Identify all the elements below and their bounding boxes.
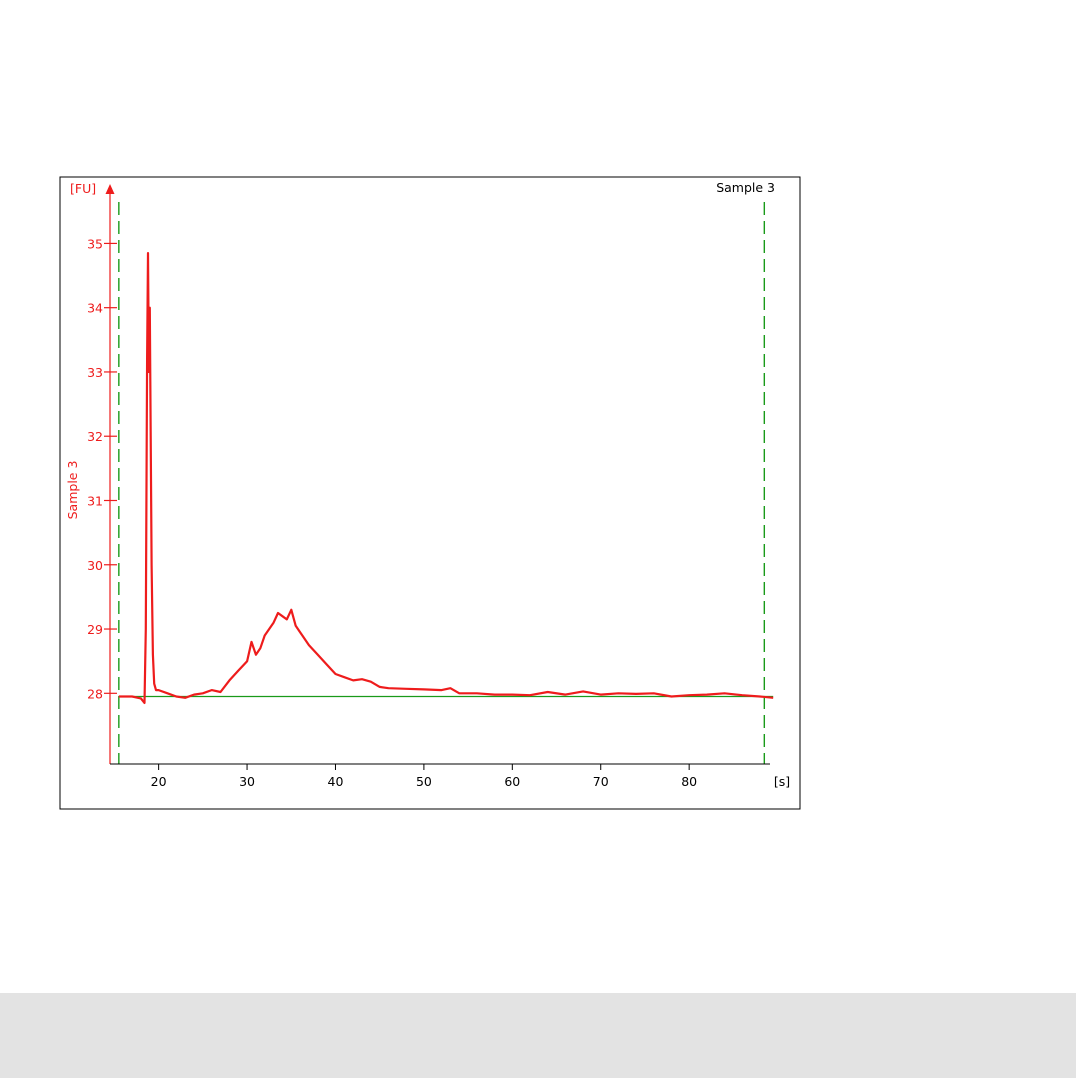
x-tick-label-50: 50 [416,774,432,789]
y-tick-label-30: 30 [87,558,103,573]
x-tick-label-20: 20 [151,774,167,789]
y-tick-label-35: 35 [87,236,103,251]
x-tick-label-70: 70 [593,774,609,789]
x-unit-label: [s] [774,774,790,789]
chart-frame [59,176,801,810]
y-tick-label-31: 31 [87,493,103,508]
y-tick-label-28: 28 [87,686,103,701]
chart-title: Sample 3 [716,180,775,195]
footer-bar [0,993,1076,1078]
y-tick-label-32: 32 [87,429,103,444]
x-tick-label-30: 30 [239,774,255,789]
y-axis-label: Sample 3 [65,461,80,520]
y-unit-label: [FU] [70,181,96,196]
x-tick-label-40: 40 [328,774,344,789]
y-tick-label-33: 33 [87,365,103,380]
page: Sample 3 [FU] Sample 3 [s] 20 30 40 50 60 70 8… [0,0,1076,1078]
x-tick-label-60: 60 [504,774,520,789]
x-tick-label-80: 80 [681,774,697,789]
y-tick-label-29: 29 [87,622,103,637]
electropherogram-chart: Sample 3 [FU] Sample 3 [s] 20 30 40 50 60 70 8… [59,176,801,810]
y-tick-label-34: 34 [87,301,103,316]
